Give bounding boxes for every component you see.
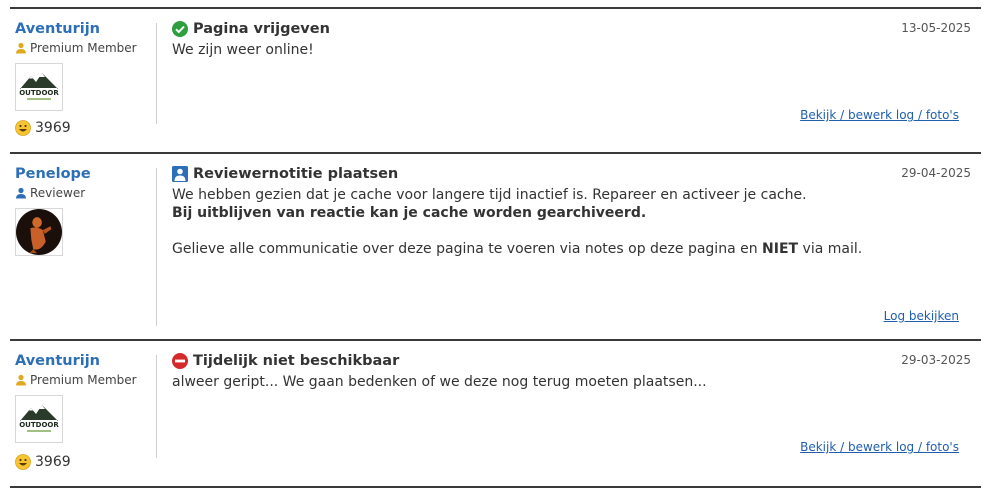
log-text: We zijn weer online! — [172, 41, 972, 59]
author-role-label: Premium Member — [30, 41, 137, 55]
log-type-title: Pagina vrijgeven — [193, 21, 330, 37]
author-role-label: Reviewer — [30, 186, 86, 200]
log-text-line: We hebben gezien dat je cache voor lange… — [172, 187, 807, 203]
author-name-link[interactable]: Aventurijn — [15, 351, 150, 371]
log-type-title: Tijdelijk niet beschikbaar — [193, 353, 400, 369]
log-author: Aventurijn Premium Member OUTDOOR — [15, 19, 150, 111]
premium-member-icon — [16, 42, 26, 54]
outdoor-logo-icon: OUTDOOR — [19, 73, 59, 100]
log-text-bold-line: Bij uitblijven van reactie kan je cache … — [172, 205, 647, 221]
log-text: alweer geript... We gaan bedenken of we … — [172, 373, 972, 391]
log-text-line: We zijn weer online! — [172, 42, 314, 58]
check-circle-icon — [172, 21, 188, 37]
log-type-title: Reviewernotitie plaatsen — [193, 166, 399, 182]
log-text: We hebben gezien dat je cache voor lange… — [172, 186, 972, 258]
author-points: 3969 — [15, 120, 71, 136]
log-date: 13-05-2025 — [901, 21, 971, 35]
log-entry: Aventurijn Premium Member OUTDOOR — [10, 339, 981, 488]
view-log-link[interactable]: Log bekijken — [884, 309, 959, 323]
reviewer-user-icon — [16, 187, 26, 199]
view-edit-log-link[interactable]: Bekijk / bewerk log / foto's — [800, 108, 959, 122]
portrait-avatar-icon — [16, 209, 62, 255]
author-role: Premium Member — [15, 372, 150, 388]
divider — [156, 168, 157, 326]
smiley-icon — [15, 120, 31, 136]
author-role: Reviewer — [15, 185, 150, 201]
log-content: Tijdelijk niet beschikbaar alweer geript… — [172, 351, 972, 391]
points-value: 3969 — [35, 120, 71, 136]
author-name-link[interactable]: Aventurijn — [15, 19, 150, 39]
log-text-line: alweer geript... We gaan bedenken of we … — [172, 374, 707, 390]
log-header: Reviewernotitie plaatsen — [172, 164, 972, 184]
log-content: Reviewernotitie plaatsen We hebben gezie… — [172, 164, 972, 258]
log-entry: Aventurijn Premium Member OUTDOOR — [10, 7, 981, 152]
log-author: Aventurijn Premium Member OUTDOOR — [15, 351, 150, 443]
avatar[interactable]: OUTDOOR — [15, 395, 63, 443]
reviewer-note-icon — [172, 166, 188, 182]
author-role-label: Premium Member — [30, 373, 137, 387]
points-value: 3969 — [35, 454, 71, 470]
view-edit-log-link[interactable]: Bekijk / bewerk log / foto's — [800, 440, 959, 454]
author-points: 3969 — [15, 454, 71, 470]
log-text-line: Gelieve alle communicatie over deze pagi… — [172, 241, 863, 257]
avatar-text: OUTDOOR — [19, 421, 59, 429]
avatar[interactable]: OUTDOOR — [15, 63, 63, 111]
premium-member-icon — [16, 374, 26, 386]
author-role: Premium Member — [15, 40, 150, 56]
log-content: Pagina vrijgeven We zijn weer online! — [172, 19, 972, 59]
avatar[interactable] — [15, 208, 63, 256]
outdoor-logo-icon: OUTDOOR — [19, 405, 59, 432]
divider — [156, 355, 157, 458]
log-date: 29-03-2025 — [901, 353, 971, 367]
log-header: Tijdelijk niet beschikbaar — [172, 351, 972, 371]
log-author: Penelope Reviewer — [15, 164, 150, 256]
no-entry-icon — [172, 353, 188, 369]
avatar-text: OUTDOOR — [19, 89, 59, 97]
log-header: Pagina vrijgeven — [172, 19, 972, 39]
divider — [156, 23, 157, 124]
smiley-icon — [15, 454, 31, 470]
log-date: 29-04-2025 — [901, 166, 971, 180]
log-entry: Penelope Reviewer Reviewernotitie plaats… — [10, 152, 981, 339]
author-name-link[interactable]: Penelope — [15, 164, 150, 184]
